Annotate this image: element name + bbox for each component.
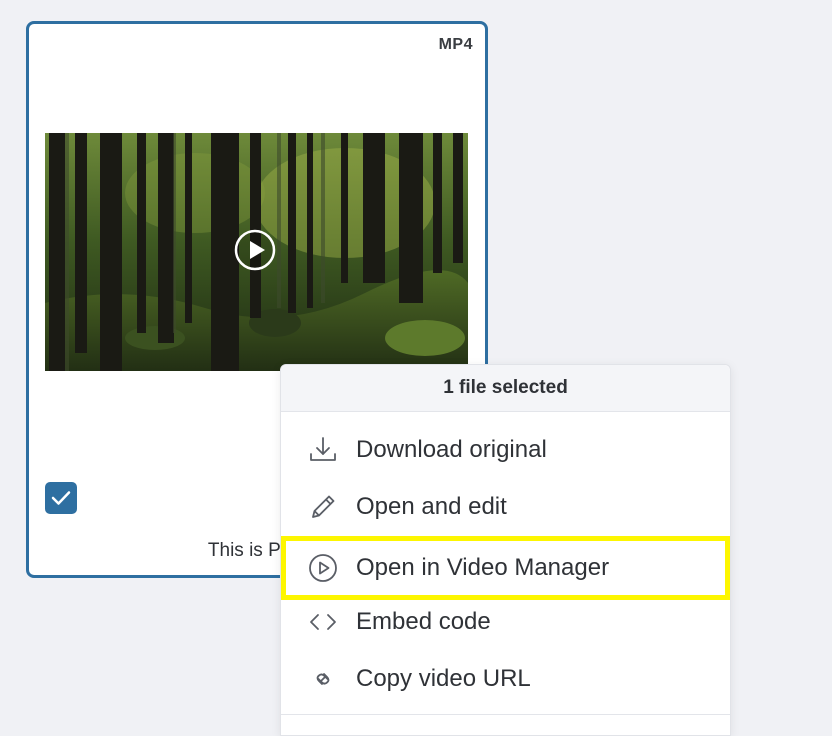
menu-item-label: Open in Video Manager (356, 554, 610, 581)
check-icon (51, 491, 71, 505)
video-thumbnail[interactable] (45, 133, 468, 371)
pencil-icon (307, 491, 339, 523)
file-type-badge: MP4 (438, 36, 473, 53)
menu-item-label: Download original (356, 436, 547, 463)
menu-item-embed-code[interactable]: Embed code (281, 598, 730, 646)
download-icon (307, 434, 339, 466)
menu-item-download-original[interactable]: Download original (281, 426, 730, 474)
menu-divider (281, 714, 730, 715)
menu-header: 1 file selected (281, 365, 730, 412)
link-icon (307, 663, 339, 695)
menu-item-open-and-edit[interactable]: Open and edit (281, 483, 730, 531)
play-icon[interactable] (233, 228, 277, 272)
context-menu: 1 file selected Download original Open a… (280, 364, 731, 736)
code-icon (307, 606, 339, 638)
menu-item-open-in-video-manager[interactable]: Open in Video Manager (281, 536, 730, 600)
play-circle-icon (307, 552, 339, 584)
menu-item-label: Open and edit (356, 493, 507, 520)
menu-item-label: Embed code (356, 608, 491, 635)
menu-item-copy-video-url[interactable]: Copy video URL (281, 655, 730, 703)
menu-item-label: Copy video URL (356, 665, 531, 692)
select-checkbox[interactable] (45, 482, 77, 514)
